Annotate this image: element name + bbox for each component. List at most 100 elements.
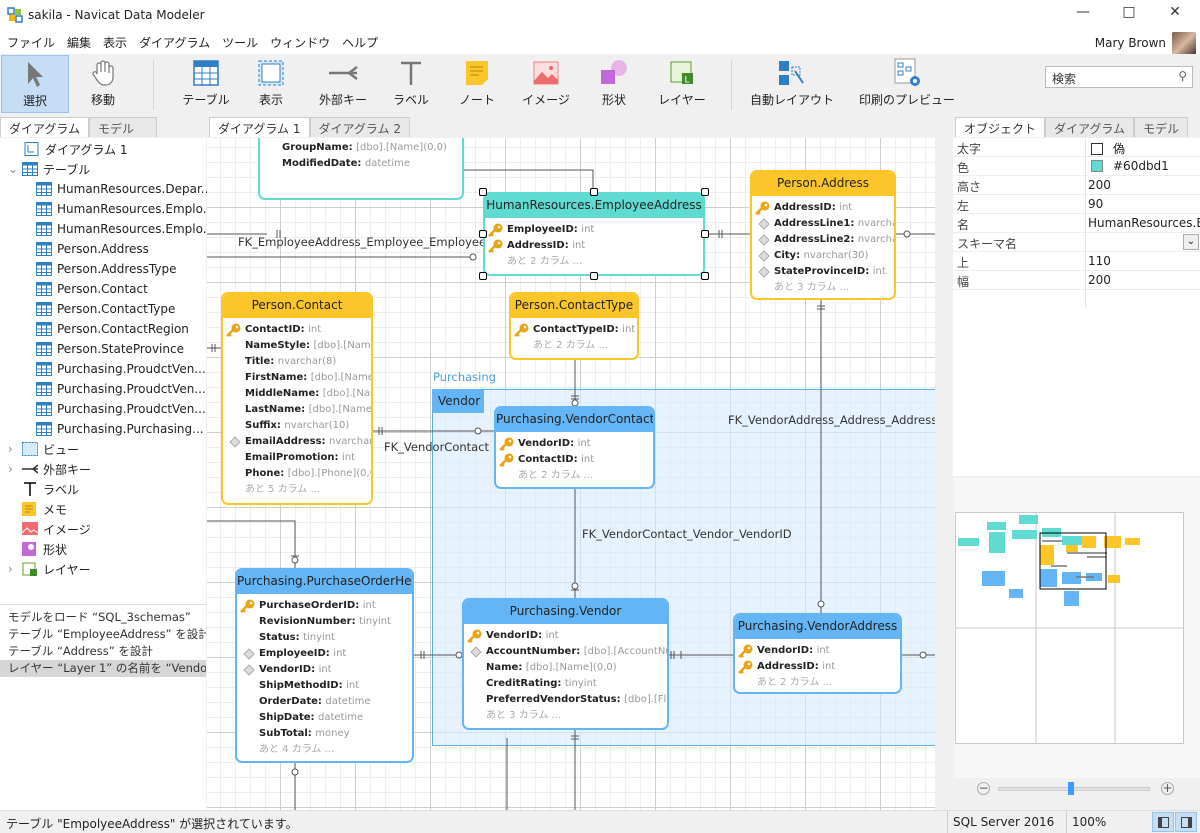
resize-handle[interactable] (479, 188, 487, 196)
minimap[interactable] (955, 512, 1184, 744)
entity-column[interactable]: AddressID: int (485, 238, 703, 254)
entity-column[interactable]: ContactID: int (496, 452, 653, 468)
entity-table[interactable]: Person.Address AddressID: int AddressLine1… (750, 170, 896, 300)
entity-column[interactable]: GroupName: [dbo].[Name](0,0) (260, 140, 462, 156)
entity-column[interactable]: Status: tinyint (237, 630, 412, 646)
new-image-button[interactable]: イメージ (518, 55, 574, 113)
zoom-slider[interactable] (998, 787, 1150, 791)
fk-label[interactable]: FK_VendorContact (384, 440, 489, 454)
new-foreign-key-button[interactable]: 外部キー (312, 55, 374, 113)
tree-group-layers[interactable]: › レイヤー (8, 559, 91, 579)
more-columns[interactable]: あと 3 カラム ... (464, 708, 667, 724)
tab-diagram[interactable]: ダイアグラム (0, 117, 90, 137)
minimize-button[interactable]: — (1060, 4, 1106, 26)
tree-item-table[interactable]: HumanResources.Emplo... (36, 219, 214, 239)
chevron-down-icon[interactable]: ⌄ (1183, 234, 1199, 250)
tree-item-table[interactable]: Person.StateProvince (36, 339, 184, 359)
chevron-down-icon[interactable]: ⌄ (8, 162, 22, 176)
tree-group-images[interactable]: イメージ (22, 519, 91, 539)
resize-handle[interactable] (590, 188, 598, 196)
bold-checkbox[interactable] (1091, 143, 1103, 155)
entity-column[interactable]: AddressLine2: nvarchar(... (752, 232, 894, 248)
entity-column[interactable]: StateProvinceID: int (752, 264, 894, 280)
resize-handle[interactable] (701, 272, 709, 280)
new-view-button[interactable]: 表示 (243, 55, 299, 113)
more-columns[interactable]: あと 5 カラム ... (223, 482, 371, 498)
entity-column[interactable]: NameStyle: [dbo].[NameSt... (223, 338, 371, 354)
entity-table[interactable]: Purchasing.VendorAddress VendorID: int Add… (733, 613, 902, 694)
entity-column[interactable]: ShipDate: datetime (237, 710, 412, 726)
resize-handle[interactable] (479, 230, 487, 238)
menu-tools[interactable]: ツール (215, 32, 263, 51)
fk-label[interactable]: FK_VendorContact_Vendor_VendorID (582, 527, 792, 541)
resize-handle[interactable] (701, 188, 709, 196)
entity-column[interactable]: FirstName: [dbo].[Name](0... (223, 370, 371, 386)
entity-column[interactable]: ModifiedDate: datetime (260, 156, 462, 172)
entity-column[interactable]: MiddleName: [dbo].[Name]... (223, 386, 371, 402)
tree-item-table[interactable]: Purchasing.ProudctVen... (36, 379, 206, 399)
menu-window[interactable]: ウィンドウ (263, 32, 335, 51)
entity-column[interactable]: PreferredVendorStatus: [dbo].[Flag](0,0) (464, 692, 667, 708)
avatar[interactable] (1172, 32, 1196, 56)
menu-edit[interactable]: 編集 (60, 32, 96, 51)
entity-column[interactable]: EmployeeID: int (485, 222, 703, 238)
entity-table[interactable]: Person.Contact ContactID: int NameStyle: [… (221, 292, 373, 505)
more-columns[interactable]: あと 3 カラム ... (752, 280, 894, 296)
resize-handle[interactable] (701, 230, 709, 238)
entity-column[interactable]: CreditRating: tinyint (464, 676, 667, 692)
tree-item-table[interactable]: Purchasing.ProudctVen... (36, 359, 206, 379)
entity-column[interactable]: Name: [dbo].[Name](0,0) (464, 660, 667, 676)
entity-column[interactable]: AddressID: int (735, 659, 900, 675)
entity-column[interactable]: Title: nvarchar(8) (223, 354, 371, 370)
color-swatch[interactable] (1091, 160, 1103, 172)
new-table-button[interactable]: テーブル (176, 55, 236, 113)
property-row[interactable]: 色 #60dbd1 (953, 157, 1200, 176)
more-columns[interactable]: あと 4 カラム ... (237, 742, 412, 758)
history-item[interactable]: モデルをロード “SQL_3schemas” (0, 609, 206, 626)
tree-group-foreign-keys[interactable]: › 外部キー (8, 459, 91, 479)
new-layer-button[interactable]: L レイヤー (652, 55, 712, 113)
entity-column[interactable]: EmailPromotion: int (223, 450, 371, 466)
entity-column[interactable]: SubTotal: money (237, 726, 412, 742)
auto-layout-button[interactable]: 自動レイアウト (748, 55, 836, 113)
toggle-right-panel-button[interactable] (1175, 812, 1197, 832)
tab-diagram-1[interactable]: ダイアグラム 1 (209, 117, 310, 137)
select-tool-button[interactable]: 選択 (1, 55, 69, 113)
zoom-slider-thumb[interactable] (1067, 782, 1074, 795)
entity-column[interactable]: AccountNumber: [dbo].[AccountNumber](... (464, 644, 667, 660)
entity-column[interactable]: VendorID: int (464, 628, 667, 644)
property-row[interactable]: 名HumanResources.EmployeeAddress (953, 214, 1200, 233)
tree-group-labels[interactable]: ラベル (22, 479, 79, 499)
entity-column[interactable]: OrderDate: datetime (237, 694, 412, 710)
entity-table[interactable]: Name: [dbo].[Name](0,0)GroupName: [dbo].… (258, 138, 464, 200)
move-tool-button[interactable]: 移動 (70, 55, 136, 113)
tab-object[interactable]: オブジェクト (955, 117, 1046, 137)
more-columns[interactable]: あと 2 カラム ... (496, 468, 653, 484)
property-row[interactable]: 上 110 (953, 252, 1200, 271)
resize-handle[interactable] (479, 272, 487, 280)
tree-item-table[interactable]: Person.Address (36, 239, 149, 259)
new-label-button[interactable]: ラベル (388, 55, 434, 113)
new-shape-button[interactable]: 形状 (590, 55, 638, 113)
zoom-in-button[interactable]: + (1161, 782, 1174, 795)
print-preview-button[interactable]: 印刷のプレビュー (855, 55, 959, 113)
entity-column[interactable]: EmployeeID: int (237, 646, 412, 662)
menu-file[interactable]: ファイル (0, 32, 60, 51)
entity-column[interactable]: Suffix: nvarchar(10) (223, 418, 371, 434)
history-item[interactable]: レイヤー “Layer 1” の名前を “Vendor... (0, 660, 206, 677)
property-row[interactable]: 左 90 (953, 195, 1200, 214)
menu-diagram[interactable]: ダイアグラム (132, 32, 215, 51)
close-button[interactable]: ✕ (1152, 4, 1198, 26)
more-columns[interactable]: あと 2 カラム ... (735, 675, 900, 691)
history-item[interactable]: テーブル “Address” を設計 (0, 643, 206, 660)
tree-item-table[interactable]: Person.AddressType (36, 259, 177, 279)
property-row[interactable]: 高さ 200 (953, 176, 1200, 195)
tree-item-table[interactable]: Person.Contact (36, 279, 148, 299)
property-row[interactable]: スキーマ名 ⌄ (953, 233, 1200, 252)
entity-column[interactable]: VendorID: int (237, 662, 412, 678)
entity-table[interactable]: Purchasing.VendorContact VendorID: int Con… (494, 406, 655, 489)
tree-item-table[interactable]: HumanResources.Emplo... (36, 199, 214, 219)
history-item[interactable]: テーブル “EmployeeAddress” を設計 (0, 626, 206, 643)
tree-item-diagram[interactable]: ダイアグラム 1 (24, 139, 128, 159)
fk-label[interactable]: FK_EmployeeAddress_Employee_EmployeeID (238, 235, 498, 249)
